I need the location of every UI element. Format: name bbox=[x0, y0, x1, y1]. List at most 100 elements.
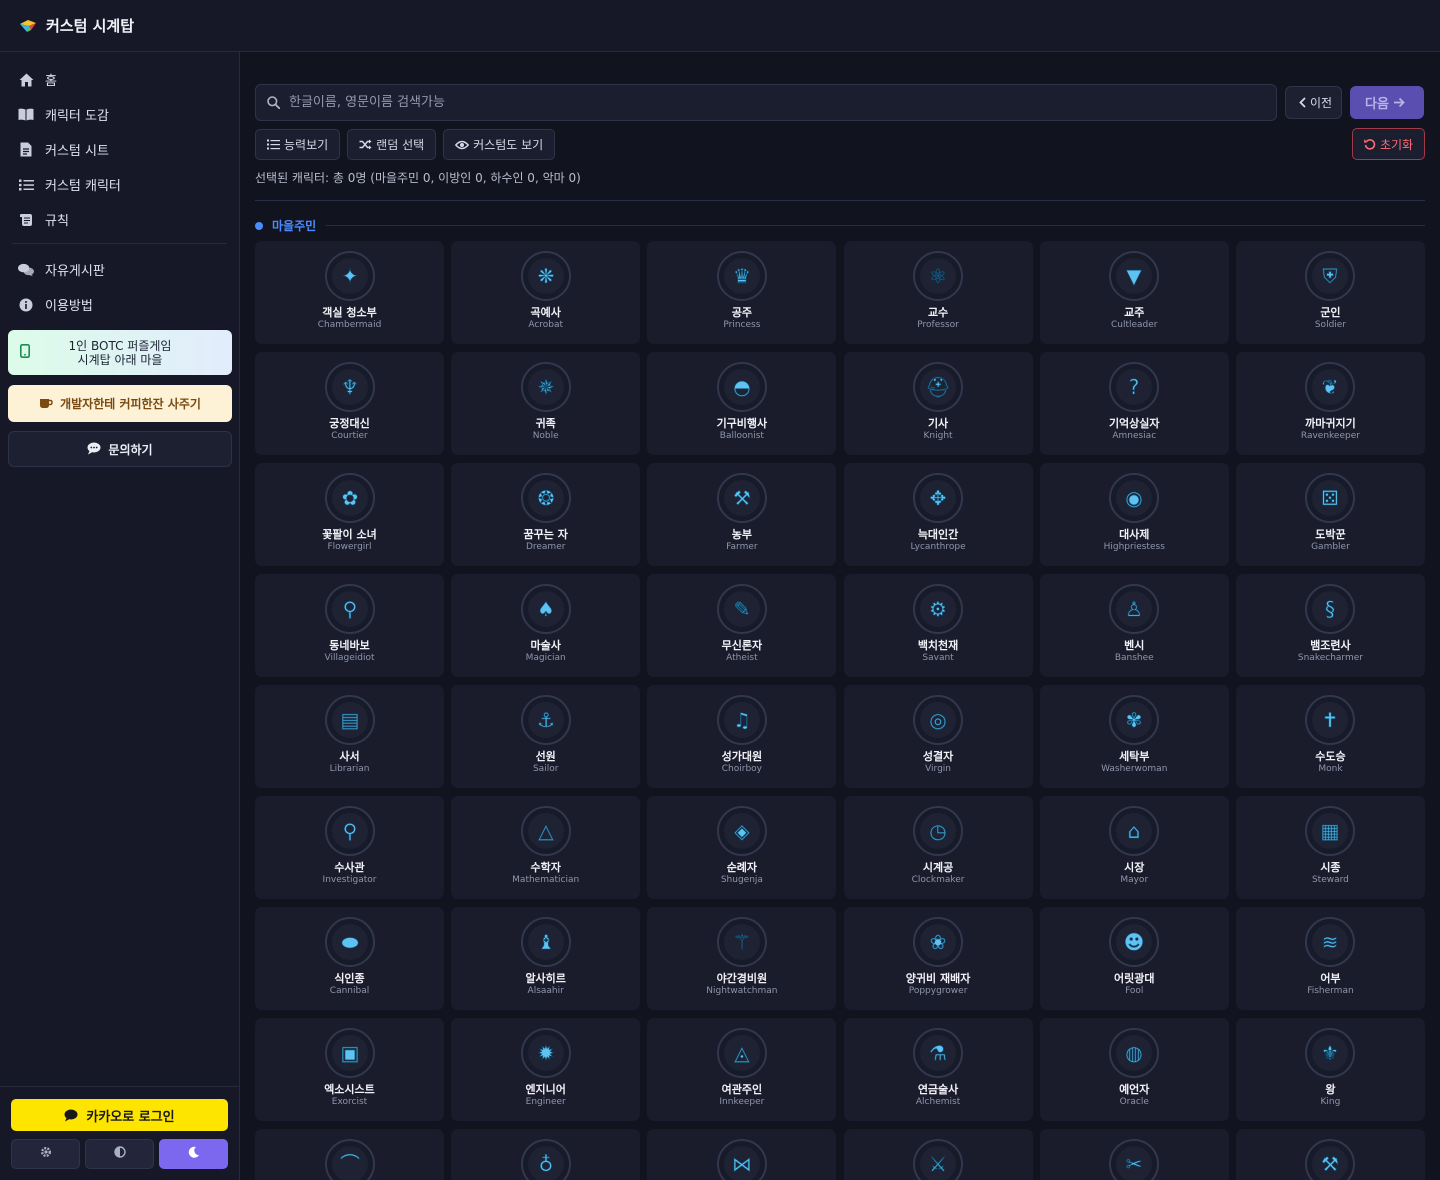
svg-text:❦: ❦ bbox=[1322, 375, 1339, 399]
sidebar-item-label: 규칙 bbox=[45, 214, 69, 229]
show-custom-button[interactable]: 커스텀도 보기 bbox=[443, 129, 556, 160]
show-custom-label: 커스텀도 보기 bbox=[473, 138, 544, 152]
kakao-login-button[interactable]: 카카오로 로그인 bbox=[11, 1099, 228, 1131]
character-card[interactable]: ◷ 시계공 Clockmaker bbox=[843, 796, 1033, 899]
character-card[interactable]: ◍ 예언자 Oracle bbox=[1039, 1018, 1229, 1121]
logo-icon[interactable] bbox=[18, 18, 38, 34]
sidebar-item-custom-character[interactable]: 커스텀 캐릭터 bbox=[12, 167, 227, 202]
character-card[interactable]: ▼ 교주 Cultleader bbox=[1039, 241, 1229, 344]
svg-text:▦: ▦ bbox=[1321, 819, 1340, 843]
character-card[interactable]: ✎ 무신론자 Atheist bbox=[647, 574, 837, 677]
character-card[interactable]: ◓ 기구비행사 Balloonist bbox=[647, 352, 837, 455]
character-name-en: Poppygrower bbox=[908, 986, 968, 996]
character-card[interactable]: ⚓ 선원 Sailor bbox=[451, 685, 641, 788]
lamppost-icon: ⚚ bbox=[716, 917, 767, 967]
character-card[interactable]: ▤ 사서 Librarian bbox=[255, 685, 444, 788]
character-card[interactable]: ♠ 마술사 Magician bbox=[451, 574, 641, 677]
character-card[interactable]: ▦ 시종 Steward bbox=[1235, 796, 1425, 899]
character-card[interactable]: ⚚ 야간경비원 Nightwatchman bbox=[647, 907, 837, 1010]
character-card[interactable]: ✂ bbox=[1039, 1129, 1229, 1180]
character-card[interactable]: ⚲ 수사관 Investigator bbox=[255, 796, 444, 899]
character-card[interactable]: ☻ 어릿광대 Fool bbox=[1039, 907, 1229, 1010]
character-card[interactable]: ✝ 수도승 Monk bbox=[1235, 685, 1425, 788]
sidebar-item-how-to-use[interactable]: 이용방법 bbox=[12, 287, 227, 322]
character-name-en: Virgin bbox=[925, 764, 952, 774]
character-name-ko: 식인종 bbox=[334, 972, 365, 985]
character-card[interactable]: ✿ 꽃팔이 소녀 Flowergirl bbox=[255, 463, 444, 566]
character-card[interactable]: ⚄ 도박꾼 Gambler bbox=[1235, 463, 1425, 566]
character-card[interactable]: ♫ 성가대원 Choirboy bbox=[647, 685, 837, 788]
character-card[interactable]: ❦ 까마귀지기 Ravenkeeper bbox=[1235, 352, 1425, 455]
sidebar-item-home[interactable]: 홈 bbox=[12, 62, 227, 97]
character-card[interactable]: ⚒ bbox=[1235, 1129, 1425, 1180]
sidebar-item-custom-sheet[interactable]: 커스텀 시트 bbox=[12, 132, 227, 167]
character-card[interactable]: ✥ 늑대인간 Lycanthrope bbox=[843, 463, 1033, 566]
character-name-en: Amnesiac bbox=[1112, 431, 1157, 441]
random-select-button[interactable]: 랜덤 선택 bbox=[347, 129, 437, 160]
character-card[interactable]: ⋈ bbox=[647, 1129, 837, 1180]
character-card[interactable]: ✵ 귀족 Noble bbox=[451, 352, 641, 455]
list-icon bbox=[267, 139, 280, 150]
character-card[interactable]: ◈ 순례자 Shugenja bbox=[647, 796, 837, 899]
character-card[interactable]: ⛑ 기사 Knight bbox=[843, 352, 1033, 455]
search-bar[interactable] bbox=[255, 84, 1277, 121]
character-card[interactable]: ♛ 공주 Princess bbox=[647, 241, 837, 344]
contact-button[interactable]: 문의하기 bbox=[8, 431, 232, 467]
sidebar-nav: 홈 캐릭터 도감 커스텀 시트 커스텀 캐릭터 규칙 자유게시판 이용방법 bbox=[0, 52, 239, 322]
character-card[interactable]: § 뱀조련사 Snakecharmer bbox=[1235, 574, 1425, 677]
character-card[interactable]: ✦ 객실 청소부 Chambermaid bbox=[255, 241, 444, 344]
prev-button[interactable]: 이전 bbox=[1285, 86, 1342, 119]
character-card[interactable]: ? 기억상실자 Amnesiac bbox=[1039, 352, 1229, 455]
flower-icon: ✿ bbox=[324, 473, 375, 523]
character-card[interactable]: ♆ 궁정대신 Courtier bbox=[255, 352, 444, 455]
character-card[interactable]: ⚗ 연금술사 Alchemist bbox=[843, 1018, 1033, 1121]
app-title[interactable]: 커스텀 시계탑 bbox=[46, 15, 134, 36]
character-card[interactable]: ❂ 꿈꾸는 자 Dreamer bbox=[451, 463, 641, 566]
promo-botc-puzzle[interactable]: 1인 BOTC 퍼즐게임 시계탑 아래 마을 bbox=[8, 330, 232, 375]
next-button[interactable]: 다음 bbox=[1350, 86, 1424, 119]
character-card[interactable]: △ 수학자 Mathematician bbox=[451, 796, 641, 899]
search-input[interactable] bbox=[289, 95, 1249, 110]
character-card[interactable]: ❀ 양귀비 재배자 Poppygrower bbox=[843, 907, 1033, 1010]
character-name-en: Mathematician bbox=[512, 875, 580, 885]
theme-system-button[interactable] bbox=[11, 1139, 80, 1169]
comments-icon bbox=[18, 262, 34, 278]
buy-coffee-button[interactable]: 개발자한테 커피한잔 사주기 bbox=[8, 385, 232, 422]
character-card[interactable]: ⚙ 백치천재 Savant bbox=[843, 574, 1033, 677]
character-card[interactable]: ❋ 곡예사 Acrobat bbox=[451, 241, 641, 344]
character-name-en: Cannibal bbox=[329, 986, 370, 996]
character-card[interactable]: ⌂ 시장 Mayor bbox=[1039, 796, 1229, 899]
svg-text:✵: ✵ bbox=[537, 375, 554, 399]
character-name-ko: 뱀조련사 bbox=[1310, 639, 1351, 652]
character-card[interactable]: ⛨ 군인 Soldier bbox=[1235, 241, 1425, 344]
character-card[interactable]: ▣ 엑소시스트 Exorcist bbox=[255, 1018, 444, 1121]
character-card[interactable]: ♝ 알사히르 Alsaahir bbox=[451, 907, 641, 1010]
character-card[interactable]: ♁ bbox=[451, 1129, 641, 1180]
sidebar-item-label: 커스텀 캐릭터 bbox=[45, 179, 121, 194]
character-card[interactable]: ✹ 엔지니어 Engineer bbox=[451, 1018, 641, 1121]
character-card[interactable]: ◎ 성결자 Virgin bbox=[843, 685, 1033, 788]
character-card[interactable]: ♙ 벤시 Banshee bbox=[1039, 574, 1229, 677]
character-card[interactable]: ⚜ 왕 King bbox=[1235, 1018, 1425, 1121]
character-card[interactable]: ⚒ 농부 Farmer bbox=[647, 463, 837, 566]
sidebar-item-free-board[interactable]: 자유게시판 bbox=[12, 252, 227, 287]
theme-light-button[interactable] bbox=[85, 1139, 154, 1169]
sidebar-item-rules[interactable]: 규칙 bbox=[12, 202, 227, 237]
character-card[interactable]: ⚛ 교수 Professor bbox=[843, 241, 1033, 344]
reset-button[interactable]: 초기화 bbox=[1352, 128, 1425, 160]
character-card[interactable]: ◬ 여관주인 Innkeeper bbox=[647, 1018, 837, 1121]
character-card[interactable]: ≋ 어부 Fisherman bbox=[1235, 907, 1425, 1010]
fleur-de-lis-icon: ⚜ bbox=[1305, 1028, 1356, 1078]
character-card[interactable]: ⚔ bbox=[843, 1129, 1033, 1180]
character-card[interactable]: ⬬ 식인종 Cannibal bbox=[255, 907, 444, 1010]
sidebar-item-character-guide[interactable]: 캐릭터 도감 bbox=[12, 97, 227, 132]
character-card[interactable]: ⌒ bbox=[255, 1129, 444, 1180]
character-card[interactable]: ⚲ 동네바보 Villageidiot bbox=[255, 574, 444, 677]
monk-icon: ✝ bbox=[1305, 695, 1356, 745]
theme-dark-button[interactable] bbox=[159, 1139, 228, 1169]
character-card[interactable]: ✾ 세탁부 Washerwoman bbox=[1039, 685, 1229, 788]
character-card[interactable]: ◉ 대사제 Highpriestess bbox=[1039, 463, 1229, 566]
sidebar-item-label: 자유게시판 bbox=[45, 264, 105, 279]
show-abilities-button[interactable]: 능력보기 bbox=[255, 129, 341, 160]
eye-icon: ◉ bbox=[1109, 473, 1160, 523]
